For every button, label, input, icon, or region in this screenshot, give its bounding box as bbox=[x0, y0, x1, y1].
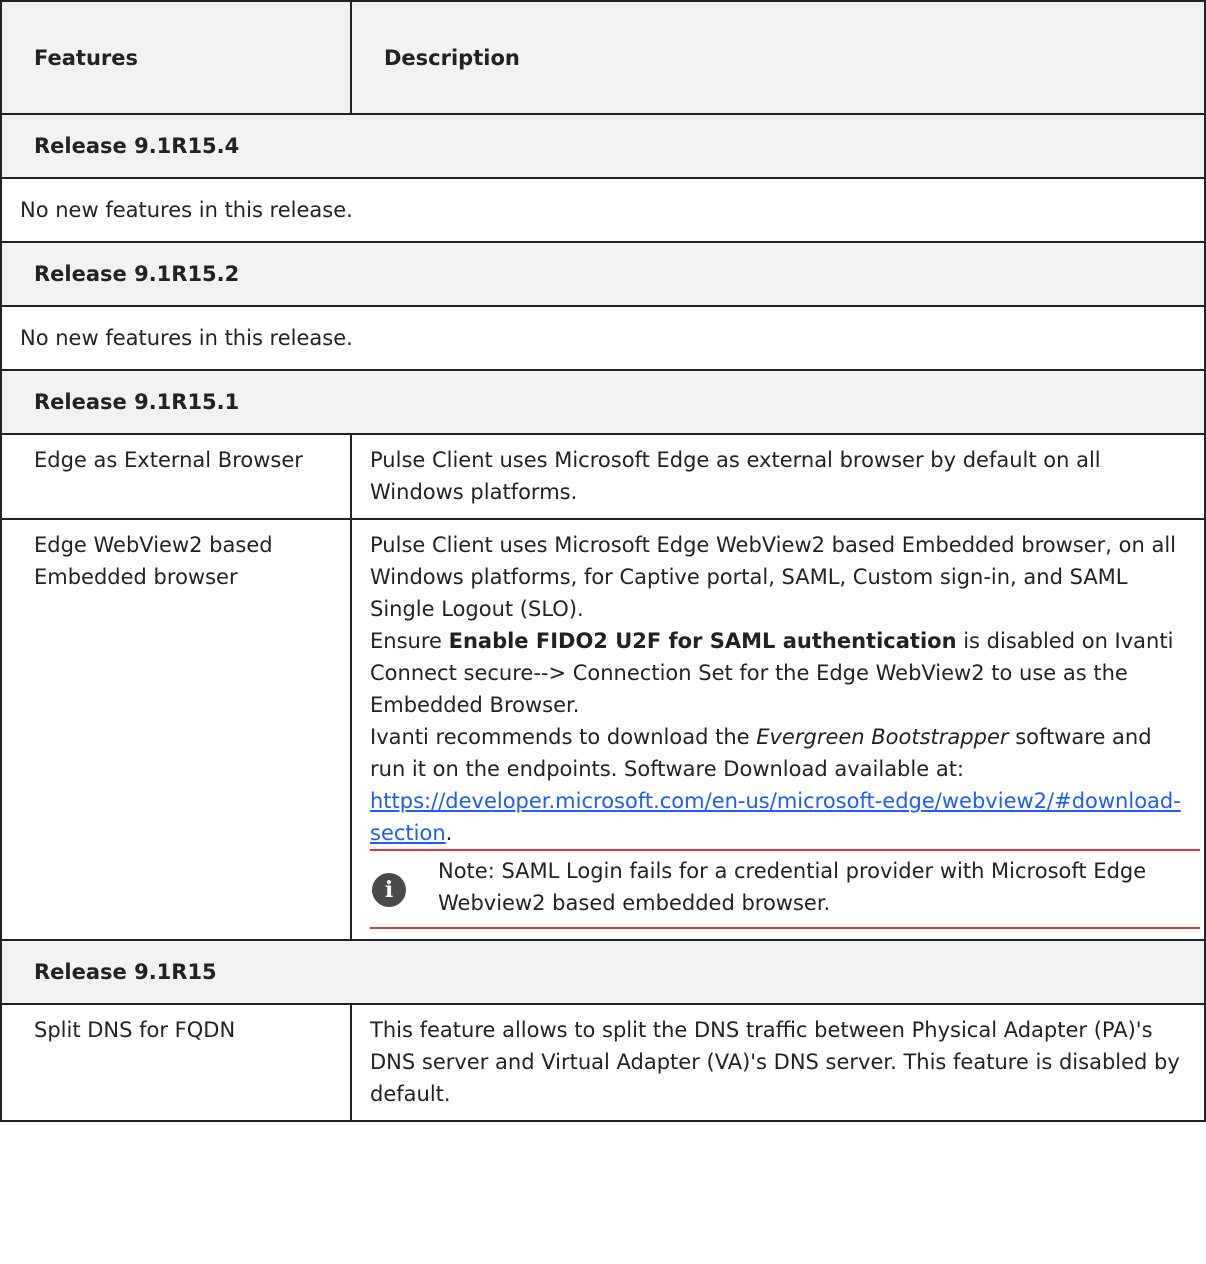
table-row: Edge WebView2 based Embedded browser Pul… bbox=[0, 518, 1206, 941]
description-paragraph: Pulse Client uses Microsoft Edge WebView… bbox=[370, 533, 1177, 621]
description-paragraph: Ivanti recommends to download the Evergr… bbox=[370, 721, 1186, 849]
info-icon: i bbox=[372, 873, 406, 907]
release-row-9-1r15-2: Release 9.1R15.2 bbox=[0, 241, 1206, 307]
note-bottom-rule bbox=[370, 927, 1200, 929]
feature-name: Edge as External Browser bbox=[0, 433, 352, 520]
table-row: Split DNS for FQDN This feature allows t… bbox=[0, 1003, 1206, 1122]
release-title: Release 9.1R15 bbox=[0, 939, 1206, 1005]
feature-name: Split DNS for FQDN bbox=[0, 1003, 352, 1122]
table-row: No new features in this release. bbox=[0, 177, 1206, 243]
release-title: Release 9.1R15.2 bbox=[0, 241, 1206, 307]
software-name: Evergreen Bootstrapper bbox=[756, 725, 1009, 749]
note-text: Note: SAML Login fails for a credential … bbox=[438, 859, 1147, 915]
feature-description: Pulse Client uses Microsoft Edge WebView… bbox=[350, 518, 1206, 941]
release-row-9-1r15-1: Release 9.1R15.1 bbox=[0, 369, 1206, 435]
release-title: Release 9.1R15.1 bbox=[0, 369, 1206, 435]
no-features-text: No new features in this release. bbox=[0, 305, 1206, 371]
release-title: Release 9.1R15.4 bbox=[0, 113, 1206, 179]
download-link[interactable]: https://developer.microsoft.com/en-us/mi… bbox=[370, 789, 1181, 845]
description-paragraph: Ensure Enable FIDO2 U2F for SAML authent… bbox=[370, 625, 1186, 721]
table-row: Edge as External Browser Pulse Client us… bbox=[0, 433, 1206, 520]
text-span: Ensure bbox=[370, 629, 449, 653]
text-span: . bbox=[445, 821, 453, 845]
no-features-text: No new features in this release. bbox=[0, 177, 1206, 243]
table-row: No new features in this release. bbox=[0, 305, 1206, 371]
feature-description: This feature allows to split the DNS tra… bbox=[350, 1003, 1206, 1122]
header-features: Features bbox=[0, 0, 352, 115]
release-row-9-1r15: Release 9.1R15 bbox=[0, 939, 1206, 1005]
setting-name: Enable FIDO2 U2F for SAML authentication bbox=[448, 629, 957, 653]
note-box: i Note: SAML Login fails for a credentia… bbox=[370, 851, 1186, 927]
release-features-table: Features Description Release 9.1R15.4 No… bbox=[0, 0, 1206, 1122]
header-description: Description bbox=[350, 0, 1206, 115]
feature-name: Edge WebView2 based Embedded browser bbox=[0, 518, 352, 941]
text-span: Ivanti recommends to download the bbox=[370, 725, 757, 749]
release-row-9-1r15-4: Release 9.1R15.4 bbox=[0, 113, 1206, 179]
table-header: Features Description bbox=[0, 0, 1206, 115]
feature-description: Pulse Client uses Microsoft Edge as exte… bbox=[350, 433, 1206, 520]
